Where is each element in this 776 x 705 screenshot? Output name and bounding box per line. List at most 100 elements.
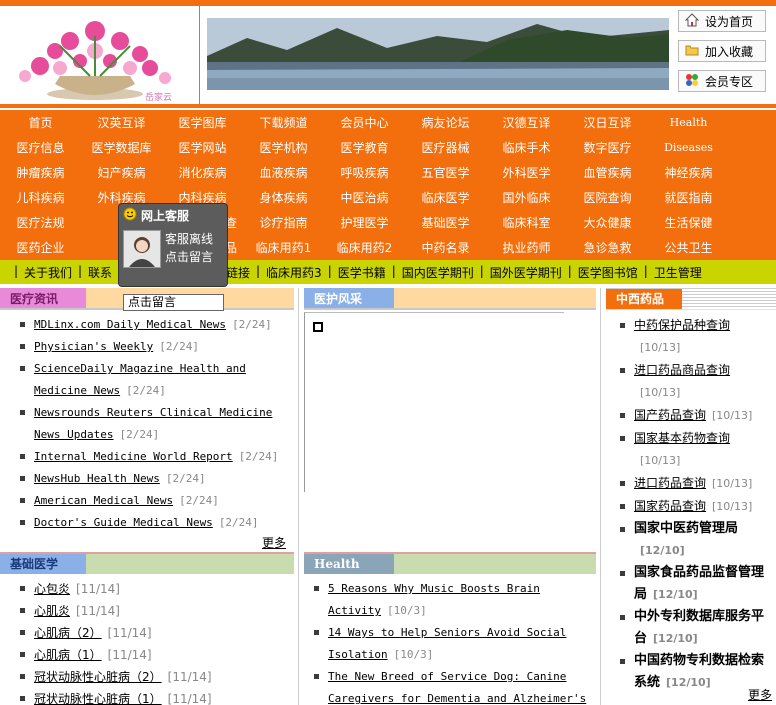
nav-link[interactable]: 大众健康: [567, 214, 648, 231]
nav-link[interactable]: 临床科室: [486, 214, 567, 231]
nav-link[interactable]: 身体疾病: [243, 189, 324, 206]
subnav-link[interactable]: 关于我们: [14, 264, 80, 281]
nav-link[interactable]: Diseases: [648, 141, 729, 154]
nav-link[interactable]: 医院查询: [567, 189, 648, 206]
list-item[interactable]: 心肌病（1） [11/14]: [20, 644, 294, 666]
nav-link[interactable]: 护理医学: [324, 214, 405, 231]
subnav-link[interactable]: 国外医学期刊: [480, 264, 570, 281]
leave-message-input[interactable]: 点击留言: [123, 294, 224, 311]
nav-link[interactable]: 急诊急救: [567, 239, 648, 256]
nav-row-1: 首页 汉英互译 医学图库 下载频道 会员中心 病友论坛 汉德互译 汉日互译 He…: [0, 110, 776, 135]
nav-link[interactable]: 呼吸疾病: [324, 164, 405, 181]
nav-link[interactable]: 临床用药2: [324, 239, 405, 256]
add-favorites-link[interactable]: 加入收藏: [678, 40, 766, 62]
folder-icon: [685, 43, 699, 60]
nav-link[interactable]: 医学教育: [324, 139, 405, 156]
list-item[interactable]: 心肌病（2） [11/14]: [20, 622, 294, 644]
list-item[interactable]: 中药保护品种查询[10/13]: [620, 314, 768, 359]
nav-link[interactable]: 汉英互译: [81, 114, 162, 131]
list-item[interactable]: ScienceDaily Magazine Health and Medicin…: [20, 358, 294, 402]
nav-link[interactable]: 公共卫生: [648, 239, 729, 256]
subnav-link[interactable]: 卫生管理: [644, 264, 710, 281]
nav-link[interactable]: 医疗法规: [0, 214, 81, 231]
set-homepage-link[interactable]: 设为首页: [678, 10, 766, 32]
list-item[interactable]: 国家基本药物查询[10/13]: [620, 427, 768, 472]
subnav-link[interactable]: 国内医学期刊: [392, 264, 482, 281]
list-item[interactable]: 国家食品药品监督管理局 [12/10]: [620, 562, 768, 606]
drugs-more-link[interactable]: 更多: [748, 686, 772, 703]
svg-text:岳家云: 岳家云: [145, 91, 172, 103]
list-item[interactable]: 国家药品查询 [10/13]: [620, 495, 768, 518]
nav-link[interactable]: 血液疾病: [243, 164, 324, 181]
nav-link[interactable]: 汉德互译: [486, 114, 567, 131]
list-item[interactable]: 冠状动脉性心脏病（1） [11/14]: [20, 688, 294, 705]
list-item[interactable]: 中外专利数据库服务平台 [12/10]: [620, 606, 768, 650]
nav-link[interactable]: 肿瘤疾病: [0, 164, 81, 181]
nav-link[interactable]: 生活保健: [648, 214, 729, 231]
customer-service-title: 网上客服: [141, 208, 190, 223]
subnav-link[interactable]: 临床用药3: [256, 264, 330, 281]
nav-link[interactable]: 医学网站: [162, 139, 243, 156]
nav-link[interactable]: 儿科疾病: [0, 189, 81, 206]
nav-link[interactable]: 就医指南: [648, 189, 729, 206]
nav-link[interactable]: 妇产疾病: [81, 164, 162, 181]
nav-link[interactable]: 执业药师: [486, 239, 567, 256]
nav-row-3: 肿瘤疾病 妇产疾病 消化疾病 血液疾病 呼吸疾病 五官医学 外科医学 血管疾病 …: [0, 160, 776, 185]
nav-link[interactable]: 五官医学: [405, 164, 486, 181]
subnav-link[interactable]: 医学书籍: [328, 264, 394, 281]
nav-link[interactable]: 医疗信息: [0, 139, 81, 156]
nav-link[interactable]: 中药名录: [405, 239, 486, 256]
list-item[interactable]: Newsrounds Reuters Clinical Medicine New…: [20, 402, 294, 446]
nav-link[interactable]: 中医治病: [324, 189, 405, 206]
list-item[interactable]: 国家中医药管理局[12/10]: [620, 518, 768, 562]
nav-link[interactable]: 下载频道: [243, 114, 324, 131]
list-item[interactable]: American Medical News [2/24]: [20, 490, 294, 512]
nav-link[interactable]: 临床手术: [486, 139, 567, 156]
nav-row-2: 医疗信息 医学数据库 医学网站 医学机构 医学教育 医疗器械 临床手术 数字医疗…: [0, 135, 776, 160]
list-item[interactable]: The New Breed of Service Dog: Canine Car…: [314, 666, 596, 705]
nav-link[interactable]: 临床医学: [405, 189, 486, 206]
nav-link[interactable]: 基础医学: [405, 214, 486, 231]
set-homepage-label: 设为首页: [705, 14, 754, 29]
nav-link[interactable]: 消化疾病: [162, 164, 243, 181]
nav-link[interactable]: 会员中心: [324, 114, 405, 131]
nav-link[interactable]: 神经疾病: [648, 164, 729, 181]
list-item[interactable]: 心包炎 [11/14]: [20, 578, 294, 600]
nav-link[interactable]: 医疗器械: [405, 139, 486, 156]
list-item[interactable]: 14 Ways to Help Seniors Avoid Social Iso…: [314, 622, 596, 666]
list-item[interactable]: Physician's Weekly [2/24]: [20, 336, 294, 358]
list-item[interactable]: NewsHub Health News [2/24]: [20, 468, 294, 490]
nav-link[interactable]: 诊疗指南: [243, 214, 324, 231]
news-more-link[interactable]: 更多: [262, 534, 286, 551]
list-item[interactable]: Doctor's Guide Medical News [2/24]: [20, 512, 294, 534]
list-item[interactable]: 冠状动脉性心脏病（2） [11/14]: [20, 666, 294, 688]
subnav-link[interactable]: 医学图书馆: [568, 264, 646, 281]
leave-message-link[interactable]: 点击留言: [165, 248, 213, 266]
main-navigation: 首页 汉英互译 医学图库 下载频道 会员中心 病友论坛 汉德互译 汉日互译 He…: [0, 110, 776, 260]
nav-link[interactable]: 临床用药1: [243, 239, 324, 256]
nav-link[interactable]: 病友论坛: [405, 114, 486, 131]
nav-link[interactable]: 医学图库: [162, 114, 243, 131]
nav-link[interactable]: 医学数据库: [81, 139, 162, 156]
list-item[interactable]: Internal Medicine World Report [2/24]: [20, 446, 294, 468]
subnav-link[interactable]: 联系: [78, 264, 120, 281]
nav-link[interactable]: 国外临床: [486, 189, 567, 206]
list-item[interactable]: 进口药品商品查询[10/13]: [620, 359, 768, 404]
members-area-link[interactable]: 会员专区: [678, 70, 766, 92]
list-item[interactable]: MDLinx.com Daily Medical News [2/24]: [20, 314, 294, 336]
nav-link[interactable]: 外科医学: [486, 164, 567, 181]
list-item[interactable]: 进口药品查询 [10/13]: [620, 472, 768, 495]
nav-link[interactable]: 医药企业: [0, 239, 81, 256]
nav-link[interactable]: 血管疾病: [567, 164, 648, 181]
nav-link[interactable]: 数字医疗: [567, 139, 648, 156]
nav-row-4: 儿科疾病 外科疾病 内科疾病 身体疾病 中医治病 临床医学 国外临床 医院查询 …: [0, 185, 776, 210]
nav-link[interactable]: Health: [648, 116, 729, 129]
nav-link[interactable]: 汉日互译: [567, 114, 648, 131]
nav-link[interactable]: 首页: [0, 114, 81, 131]
customer-service-widget[interactable]: 网上客服 客服离线 点击留言: [118, 203, 228, 287]
list-item[interactable]: 国产药品查询 [10/13]: [620, 404, 768, 427]
nav-link[interactable]: 医学机构: [243, 139, 324, 156]
list-item[interactable]: 中国药物专利数据检索系统 [12/10]: [620, 650, 768, 694]
list-item[interactable]: 5 Reasons Why Music Boosts Brain Activit…: [314, 578, 596, 622]
list-item[interactable]: 心肌炎 [11/14]: [20, 600, 294, 622]
